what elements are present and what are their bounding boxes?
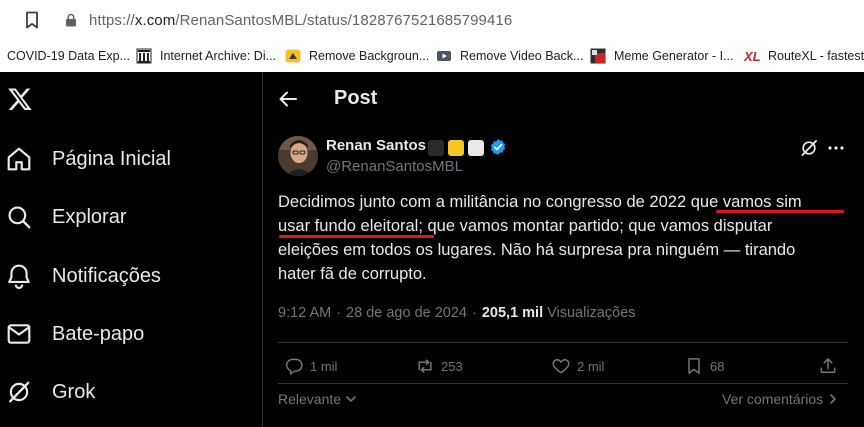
verified-badge-icon[interactable] bbox=[489, 138, 507, 156]
mail-icon bbox=[7, 324, 31, 344]
address-bar-row: https://x.com/RenanSantosMBL/status/1828… bbox=[0, 0, 864, 40]
reply-count: 1 mil bbox=[310, 358, 338, 374]
divider bbox=[278, 342, 848, 343]
bookmark-button[interactable]: 68 bbox=[684, 356, 724, 376]
search-icon bbox=[8, 206, 31, 229]
remove-video-bg-icon bbox=[437, 51, 451, 61]
grok-icon bbox=[9, 381, 30, 403]
bookmark-item[interactable]: XL RouteXL - fastest r bbox=[744, 46, 864, 66]
sidebar-item-home[interactable]: Página Inicial bbox=[6, 139, 171, 179]
sidebar-item-label: Grok bbox=[52, 380, 96, 403]
sort-dropdown[interactable]: Relevante bbox=[278, 391, 357, 407]
red-underline-annotation bbox=[716, 210, 844, 213]
x-app: Página Inicial Explorar Notificações Bat… bbox=[0, 72, 864, 427]
sidebar-item-explore[interactable]: Explorar bbox=[6, 197, 126, 237]
bookmark-item[interactable]: Meme Generator - I... bbox=[590, 46, 733, 66]
chevron-right-icon bbox=[830, 394, 836, 404]
tweet-date[interactable]: 28 de ago de 2024 bbox=[346, 305, 467, 321]
bookmark-label: Internet Archive: Di... bbox=[160, 49, 277, 63]
address-bar[interactable]: https://x.com/RenanSantosMBL/status/1828… bbox=[52, 4, 864, 36]
remove-bg-icon bbox=[285, 49, 301, 63]
repost-count: 253 bbox=[441, 358, 463, 374]
red-underline-annotation bbox=[279, 235, 434, 238]
url-path: /RenanSantosMBL/status/18287675216857994… bbox=[175, 12, 513, 29]
bookmark-label: Meme Generator - I... bbox=[614, 49, 734, 63]
avatar[interactable] bbox=[278, 136, 318, 176]
grok-icon[interactable] bbox=[799, 138, 819, 158]
tweet-meta: 9:12 AM · 28 de ago de 2024 · 205,1 mil … bbox=[278, 305, 636, 321]
share-icon bbox=[820, 358, 836, 373]
bookmark-label: RouteXL - fastest r bbox=[768, 49, 864, 63]
repost-icon bbox=[418, 359, 432, 373]
view-comments-label: Ver comentários bbox=[722, 391, 824, 407]
sidebar-item-label: Página Inicial bbox=[52, 147, 171, 170]
bookmark-label: COVID-19 Data Exp... bbox=[7, 49, 130, 63]
like-button[interactable]: 2 mil bbox=[551, 356, 604, 376]
sidebar-item-messages[interactable]: Bate-papo bbox=[6, 314, 144, 354]
bookmark-item[interactable]: Remove Video Back... bbox=[436, 46, 583, 66]
more-options-icon[interactable] bbox=[826, 138, 846, 158]
sidebar-item-label: Explorar bbox=[52, 205, 127, 228]
tweet-text-line: eleições em todos os lugares. Não há sur… bbox=[278, 241, 796, 259]
sidebar-item-notifications[interactable]: Notificações bbox=[6, 256, 161, 296]
sidebar-item-label: Notificações bbox=[52, 264, 161, 287]
bookmark-item[interactable]: Internet Archive: Di... bbox=[136, 46, 276, 66]
bookmark-count: 68 bbox=[710, 358, 725, 374]
home-icon bbox=[7, 147, 31, 171]
bookmarks-bar: COVID-19 Data Exp... Internet Archive: D… bbox=[0, 40, 864, 72]
sidebar-item-label: Bate-papo bbox=[52, 322, 145, 345]
flag-emoji-yellow bbox=[448, 140, 464, 156]
meme-generator-icon bbox=[590, 48, 606, 64]
bookmark-icon bbox=[688, 358, 700, 374]
reply-icon bbox=[285, 358, 303, 375]
left-sidebar: Página Inicial Explorar Notificações Bat… bbox=[0, 72, 262, 427]
divider bbox=[278, 383, 848, 384]
sidebar-item-grok[interactable]: Grok bbox=[6, 372, 95, 412]
bookmark-item[interactable]: Remove Backgroun... bbox=[285, 46, 429, 66]
url-scheme: https:// bbox=[89, 12, 135, 29]
routexl-icon: XL bbox=[744, 49, 760, 64]
bookmark-item[interactable]: COVID-19 Data Exp... bbox=[7, 46, 130, 66]
author-handle[interactable]: @RenanSantosMBL bbox=[326, 158, 463, 175]
views-label: Visualizações bbox=[547, 305, 636, 321]
chevron-down-icon bbox=[346, 396, 356, 402]
meta-separator: · bbox=[472, 305, 477, 321]
like-count: 2 mil bbox=[577, 358, 605, 374]
post-column: Post Renan Santos @RenanSantosMBL Decidi… bbox=[263, 72, 864, 427]
internet-archive-icon bbox=[136, 48, 152, 64]
flag-emoji-black bbox=[428, 140, 444, 156]
sort-label: Relevante bbox=[278, 391, 342, 407]
svg-text:XL: XL bbox=[744, 49, 760, 64]
bookmark-label: Remove Video Back... bbox=[460, 49, 584, 63]
bookmark-icon[interactable] bbox=[24, 11, 40, 29]
heart-icon bbox=[552, 359, 570, 374]
tweet-time[interactable]: 9:12 AM bbox=[278, 305, 331, 321]
bell-icon bbox=[8, 264, 30, 289]
bookmark-label: Remove Backgroun... bbox=[309, 49, 430, 63]
avatar-image bbox=[278, 136, 318, 176]
url-host: x.com bbox=[134, 12, 176, 29]
x-logo-icon[interactable] bbox=[7, 86, 33, 112]
view-comments-link[interactable]: Ver comentários bbox=[722, 391, 839, 407]
url-text[interactable]: https://x.com/RenanSantosMBL/status/1828… bbox=[89, 12, 512, 29]
lock-icon[interactable] bbox=[65, 13, 77, 27]
share-button[interactable] bbox=[818, 356, 844, 376]
meta-separator: · bbox=[336, 305, 342, 321]
browser-chrome: https://x.com/RenanSantosMBL/status/1828… bbox=[0, 0, 864, 72]
views-count: 205,1 mil bbox=[481, 305, 544, 321]
page-title: Post bbox=[334, 87, 378, 109]
author-name[interactable]: Renan Santos bbox=[326, 137, 426, 154]
tweet-text-line: hater fã de corrupto. bbox=[278, 265, 427, 283]
flag-emoji-white bbox=[468, 140, 484, 156]
repost-button[interactable]: 253 bbox=[415, 356, 463, 376]
back-arrow-icon[interactable] bbox=[277, 88, 299, 110]
reply-button[interactable]: 1 mil bbox=[284, 356, 337, 376]
